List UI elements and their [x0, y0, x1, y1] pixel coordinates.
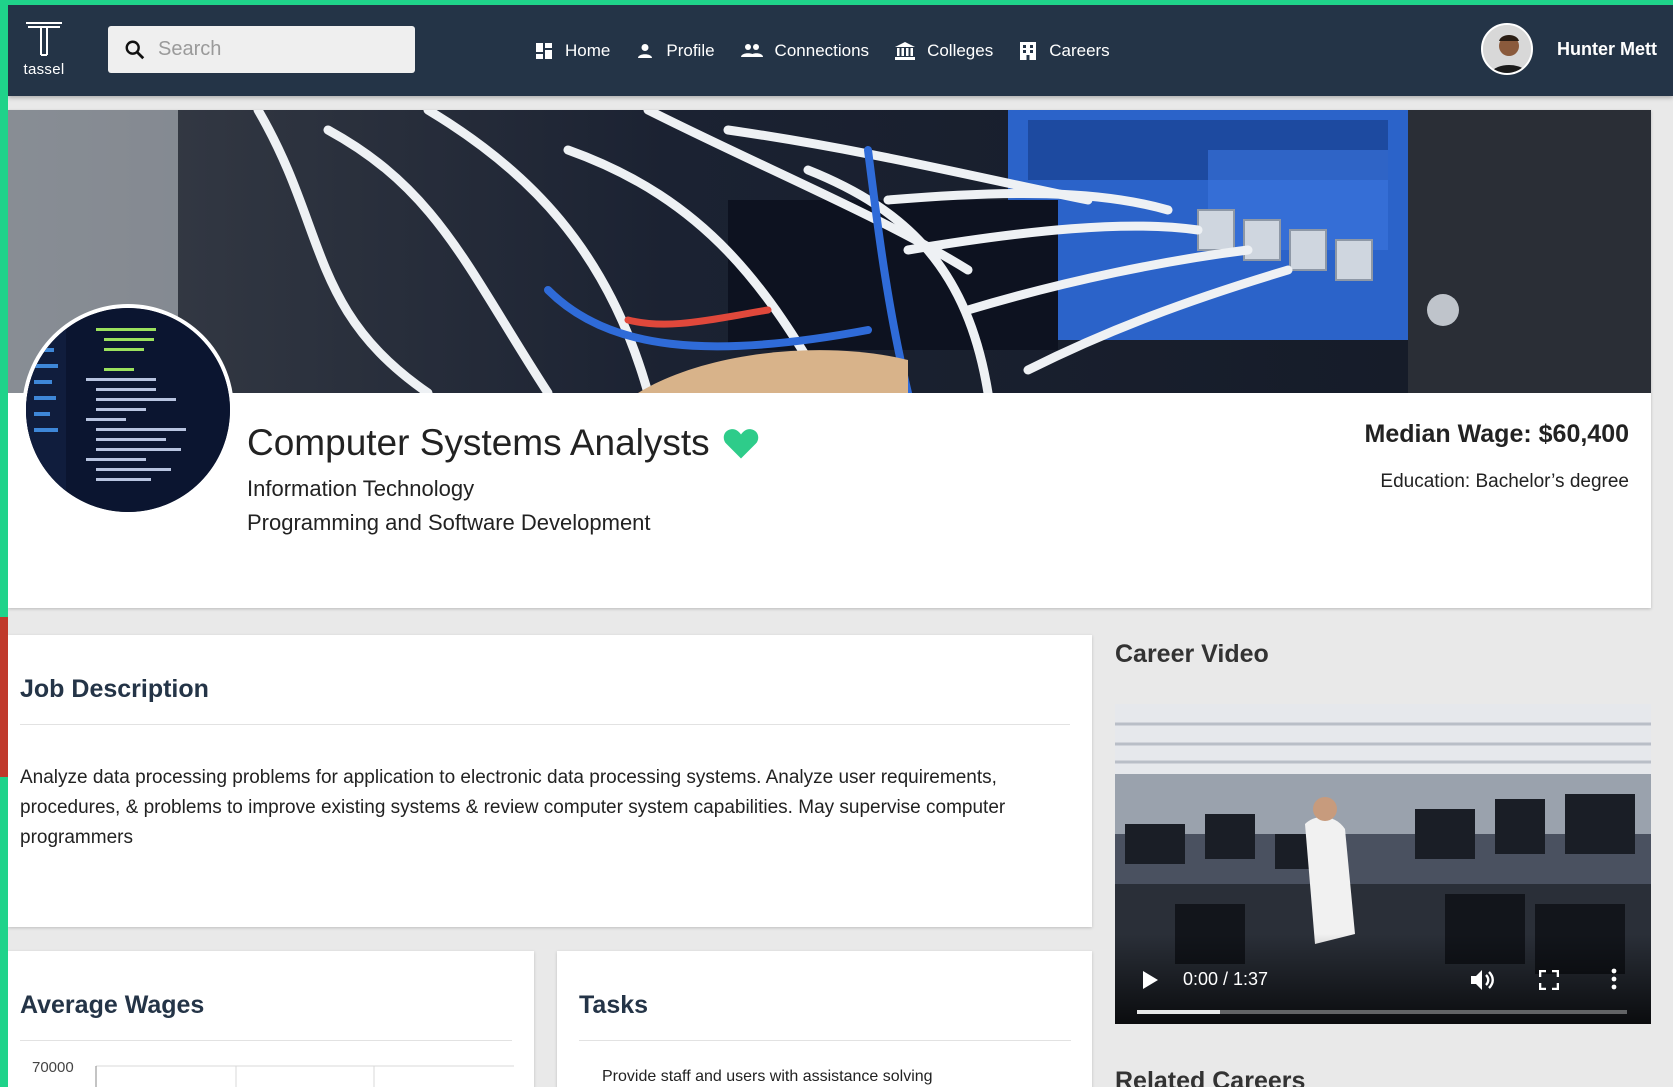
left-accent-marker — [0, 617, 8, 777]
related-careers-heading: Related Careers — [1115, 1067, 1306, 1087]
video-buffered-bar — [1137, 1010, 1221, 1014]
volume-icon[interactable] — [1469, 968, 1495, 992]
divider — [579, 1040, 1071, 1041]
search-icon — [125, 40, 145, 59]
server-rack-illustration — [8, 110, 1651, 393]
job-description-heading: Job Description — [20, 675, 209, 703]
nav-item-profile[interactable]: Profile — [636, 40, 715, 61]
job-description-text: Analyze data processing problems for app… — [20, 767, 1006, 848]
search-bar[interactable] — [108, 26, 415, 73]
nav-item-careers[interactable]: Careers — [1019, 40, 1110, 61]
career-header-card: Computer Systems Analysts Information Te… — [8, 110, 1651, 608]
tasks-heading: Tasks — [579, 991, 649, 1019]
nav-item-label: Colleges — [927, 40, 994, 60]
median-wage: Median Wage: $60,400 — [1364, 420, 1629, 448]
institution-icon — [895, 41, 916, 60]
nav-item-label: Careers — [1049, 40, 1110, 60]
average-wages-card: Average Wages 70000 — [8, 951, 534, 1087]
heart-icon[interactable] — [722, 426, 760, 460]
tassel-logo[interactable]: tassel — [22, 19, 66, 79]
career-pathway: Programming and Software Development — [247, 510, 651, 535]
fullscreen-icon[interactable] — [1539, 970, 1559, 990]
career-title: Computer Systems Analysts — [247, 422, 710, 463]
y-tick-label: 70000 — [32, 1059, 74, 1076]
search-input[interactable] — [158, 38, 388, 61]
nav-item-label: Connections — [774, 40, 870, 60]
video-controls: 0:00 / 1:37 — [1115, 934, 1651, 1024]
video-time: 0:00 / 1:37 — [1183, 969, 1269, 989]
career-avatar-image — [22, 304, 234, 516]
average-wages-chart: 70000 — [32, 1059, 514, 1087]
logo-text: tassel — [23, 61, 65, 78]
nav-item-label: Home — [565, 40, 611, 60]
career-video-player[interactable]: 0:00 / 1:37 — [1115, 704, 1651, 1024]
nav-item-colleges[interactable]: Colleges — [895, 41, 993, 61]
nav-links: Home Profile Connections Colleges Career… — [535, 5, 1136, 96]
career-cluster: Information Technology — [247, 476, 475, 501]
play-icon[interactable] — [1141, 970, 1159, 990]
dashboard-icon — [535, 42, 553, 60]
nav-item-home[interactable]: Home — [535, 41, 610, 61]
avatar-photo — [1483, 25, 1531, 73]
top-accent-bar — [0, 0, 1673, 5]
building-icon — [1019, 41, 1037, 60]
tassel-logo-icon — [26, 22, 62, 56]
people-icon — [740, 42, 763, 60]
divider — [20, 1040, 512, 1041]
tasks-card: Tasks Provide staff and users with assis… — [557, 951, 1092, 1087]
education-requirement: Education: Bachelor’s degree — [1380, 471, 1629, 492]
video-progress-bar[interactable] — [1137, 1010, 1627, 1014]
nav-item-label: Profile — [666, 40, 715, 60]
more-options-icon[interactable] — [1611, 968, 1617, 990]
job-description-card: Job Description Analyze data processing … — [8, 635, 1092, 927]
career-banner-image — [8, 110, 1651, 393]
avatar[interactable] — [1481, 23, 1533, 75]
top-navbar: tassel Home Profile Connections — [8, 5, 1673, 96]
person-icon — [636, 42, 654, 60]
career-video-heading: Career Video — [1115, 640, 1269, 668]
nav-item-connections[interactable]: Connections — [740, 40, 870, 61]
left-accent-bar — [0, 0, 8, 1087]
user-name[interactable]: Hunter Mett — [1557, 39, 1657, 60]
code-screen-illustration — [26, 308, 230, 512]
task-item: Provide staff and users with assistance … — [602, 1068, 933, 1085]
career-title-row: Computer Systems Analysts — [247, 422, 760, 464]
average-wages-heading: Average Wages — [20, 991, 205, 1019]
divider — [20, 724, 1070, 725]
user-menu[interactable]: Hunter Mett — [1481, 21, 1657, 77]
